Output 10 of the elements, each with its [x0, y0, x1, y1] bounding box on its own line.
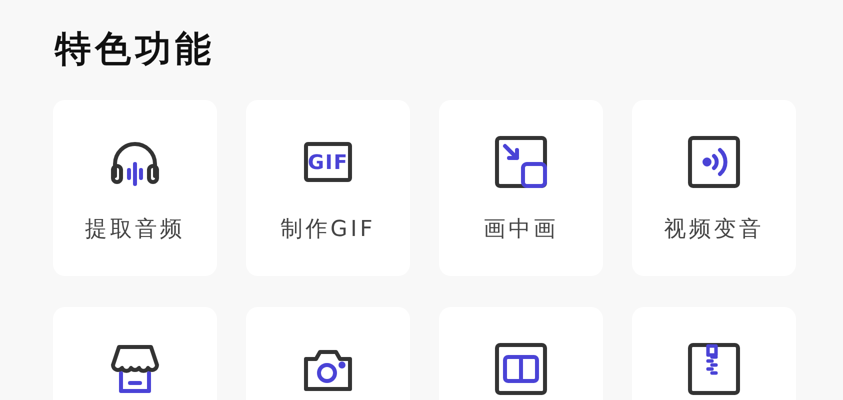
- feature-card[interactable]: 画中画: [439, 100, 603, 276]
- gif-icon: GIF: [304, 142, 352, 182]
- feature-card[interactable]: 提取音频: [53, 100, 217, 276]
- feature-label: 画中画: [484, 216, 558, 244]
- feature-card[interactable]: 视频变音: [632, 100, 796, 276]
- section-title: 特色功能: [53, 28, 216, 72]
- feature-label: 制作GIF: [280, 216, 376, 244]
- feature-label: 提取音频: [85, 216, 185, 244]
- feature-card[interactable]: GIF 制作GIF: [246, 100, 410, 276]
- feature-label: 视频变音: [664, 216, 764, 244]
